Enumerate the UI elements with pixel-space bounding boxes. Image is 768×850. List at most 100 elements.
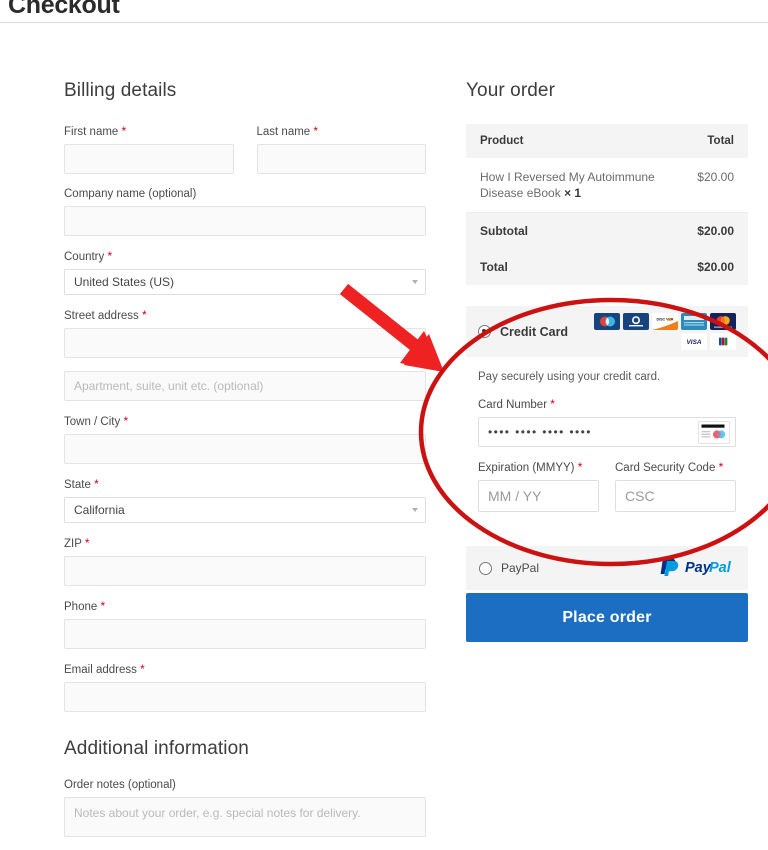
order-notes-textarea[interactable] (64, 797, 426, 837)
credit-card-radio[interactable] (478, 325, 491, 338)
state-select[interactable]: California (64, 497, 426, 523)
your-order-heading: Your order (466, 80, 556, 101)
csc-label-text: Card Security Code (615, 462, 716, 474)
additional-information-heading: Additional information (64, 738, 249, 759)
required-indicator: * (84, 536, 90, 550)
phone-input[interactable] (64, 619, 426, 649)
address-line-2-input[interactable] (64, 371, 426, 401)
first-name-field: First name * (64, 124, 234, 174)
state-selected-value: California (74, 503, 125, 517)
last-name-label: Last name * (257, 124, 427, 139)
credit-card-icon (698, 421, 730, 444)
company-name-field: Company name (optional) (64, 187, 426, 236)
maestro-logo (594, 313, 620, 330)
chevron-down-icon (412, 280, 418, 284)
company-name-label: Company name (optional) (64, 188, 197, 200)
email-label-text: Email address (64, 664, 137, 676)
svg-text:Pal: Pal (709, 560, 732, 576)
order-item-qty: × 1 (564, 186, 582, 200)
country-field: Country * United States (US) (64, 249, 426, 295)
town-city-input[interactable] (64, 434, 426, 464)
visa-logo: VISA (681, 333, 707, 350)
expiration-input[interactable] (478, 480, 599, 512)
subtotal-row: Subtotal $20.00 (466, 212, 748, 249)
street-address-input[interactable] (64, 328, 426, 358)
zip-field: ZIP * (64, 536, 426, 586)
order-item-name-cell: How I Reversed My Autoimmune Disease eBo… (466, 158, 683, 213)
paypal-radio[interactable] (479, 561, 492, 575)
street-address-label-text: Street address (64, 310, 139, 322)
zip-input[interactable] (64, 556, 426, 586)
state-label-text: State (64, 479, 91, 491)
town-city-label-text: Town / City (64, 416, 121, 428)
credit-card-label: Credit Card (500, 324, 569, 339)
csc-input[interactable] (615, 480, 736, 512)
card-number-field: Card Number * •••• •••• •••• •••• (478, 397, 736, 447)
expiration-label: Expiration (MMYY) * (478, 460, 599, 475)
billing-heading: Billing details (64, 80, 177, 101)
street-address-label: Street address * (64, 308, 426, 323)
country-label: Country * (64, 249, 426, 264)
jcb-logo (681, 313, 707, 330)
order-table-header-row: Product Total (466, 124, 748, 158)
required-indicator: * (577, 460, 583, 474)
phone-label-text: Phone (64, 601, 98, 613)
svg-text:Pay: Pay (685, 560, 712, 576)
total-value: $20.00 (697, 260, 734, 274)
state-field: State * California (64, 477, 426, 523)
town-city-field: Town / City * (64, 414, 426, 464)
total-row: Total $20.00 (466, 249, 748, 285)
expiration-field: Expiration (MMYY) * (478, 460, 599, 512)
first-name-input[interactable] (64, 144, 234, 174)
country-selected-value: United States (US) (74, 275, 175, 289)
credit-card-option[interactable]: Credit Card DISC VER VISA (466, 306, 748, 357)
required-indicator: * (142, 308, 147, 322)
order-summary-table: Product Total How I Reversed My Autoimmu… (466, 124, 748, 285)
csc-field: Card Security Code * (615, 460, 736, 512)
required-indicator: * (123, 414, 129, 428)
street-address-field: Street address * (64, 308, 426, 358)
first-name-label-text: First name (64, 126, 119, 138)
header-divider (0, 22, 768, 23)
required-indicator: * (100, 599, 106, 613)
subtotal-label: Subtotal (480, 224, 528, 238)
last-name-input[interactable] (256, 144, 426, 174)
name-row: First name * Last name * (64, 124, 426, 187)
place-order-button[interactable]: Place order (466, 593, 748, 642)
jcb-square-logo (710, 333, 736, 350)
first-name-label: First name * (64, 124, 234, 139)
email-input[interactable] (64, 682, 426, 712)
required-indicator: * (107, 249, 113, 263)
email-field: Email address * (64, 662, 426, 712)
subtotal-value: $20.00 (697, 224, 734, 238)
order-item-total: $20.00 (697, 170, 734, 184)
card-number-input-wrap: •••• •••• •••• •••• (478, 417, 736, 447)
order-notes-label: Order notes (optional) (64, 779, 176, 791)
payment-methods: Credit Card DISC VER VISA Pay securely u… (466, 306, 748, 642)
last-name-label-text: Last name (256, 126, 311, 138)
zip-label: ZIP * (64, 536, 426, 551)
column-header-product: Product (480, 135, 524, 147)
svg-text:VISA: VISA (687, 339, 702, 346)
required-indicator: * (718, 460, 724, 474)
order-notes-field: Order notes (optional) (64, 778, 426, 837)
state-label: State * (64, 477, 426, 492)
accepted-card-logos: DISC VER VISA (580, 313, 736, 350)
country-select[interactable]: United States (US) (64, 269, 426, 295)
phone-label: Phone * (64, 599, 426, 614)
card-number-label: Card Number * (478, 397, 736, 412)
last-name-field: Last name * (256, 124, 427, 174)
credit-card-form: Pay securely using your credit card. Car… (466, 357, 748, 530)
total-label: Total (480, 260, 508, 274)
country-label-text: Country (64, 251, 105, 263)
paypal-logo: Pay Pal (657, 555, 735, 582)
paypal-option[interactable]: PayPal Pay Pal (466, 546, 748, 590)
company-name-input[interactable] (64, 206, 426, 236)
billing-details-section: Billing details First name * Last name *… (64, 80, 426, 850)
expiration-csc-row: Expiration (MMYY) * Card Security Code * (478, 460, 736, 512)
table-row: How I Reversed My Autoimmune Disease eBo… (466, 158, 748, 213)
svg-text:DISC VER: DISC VER (657, 318, 674, 322)
expiration-label-text: Expiration (MMYY) (478, 462, 575, 474)
paypal-label: PayPal (501, 561, 540, 575)
mastercard-logo (710, 313, 736, 330)
